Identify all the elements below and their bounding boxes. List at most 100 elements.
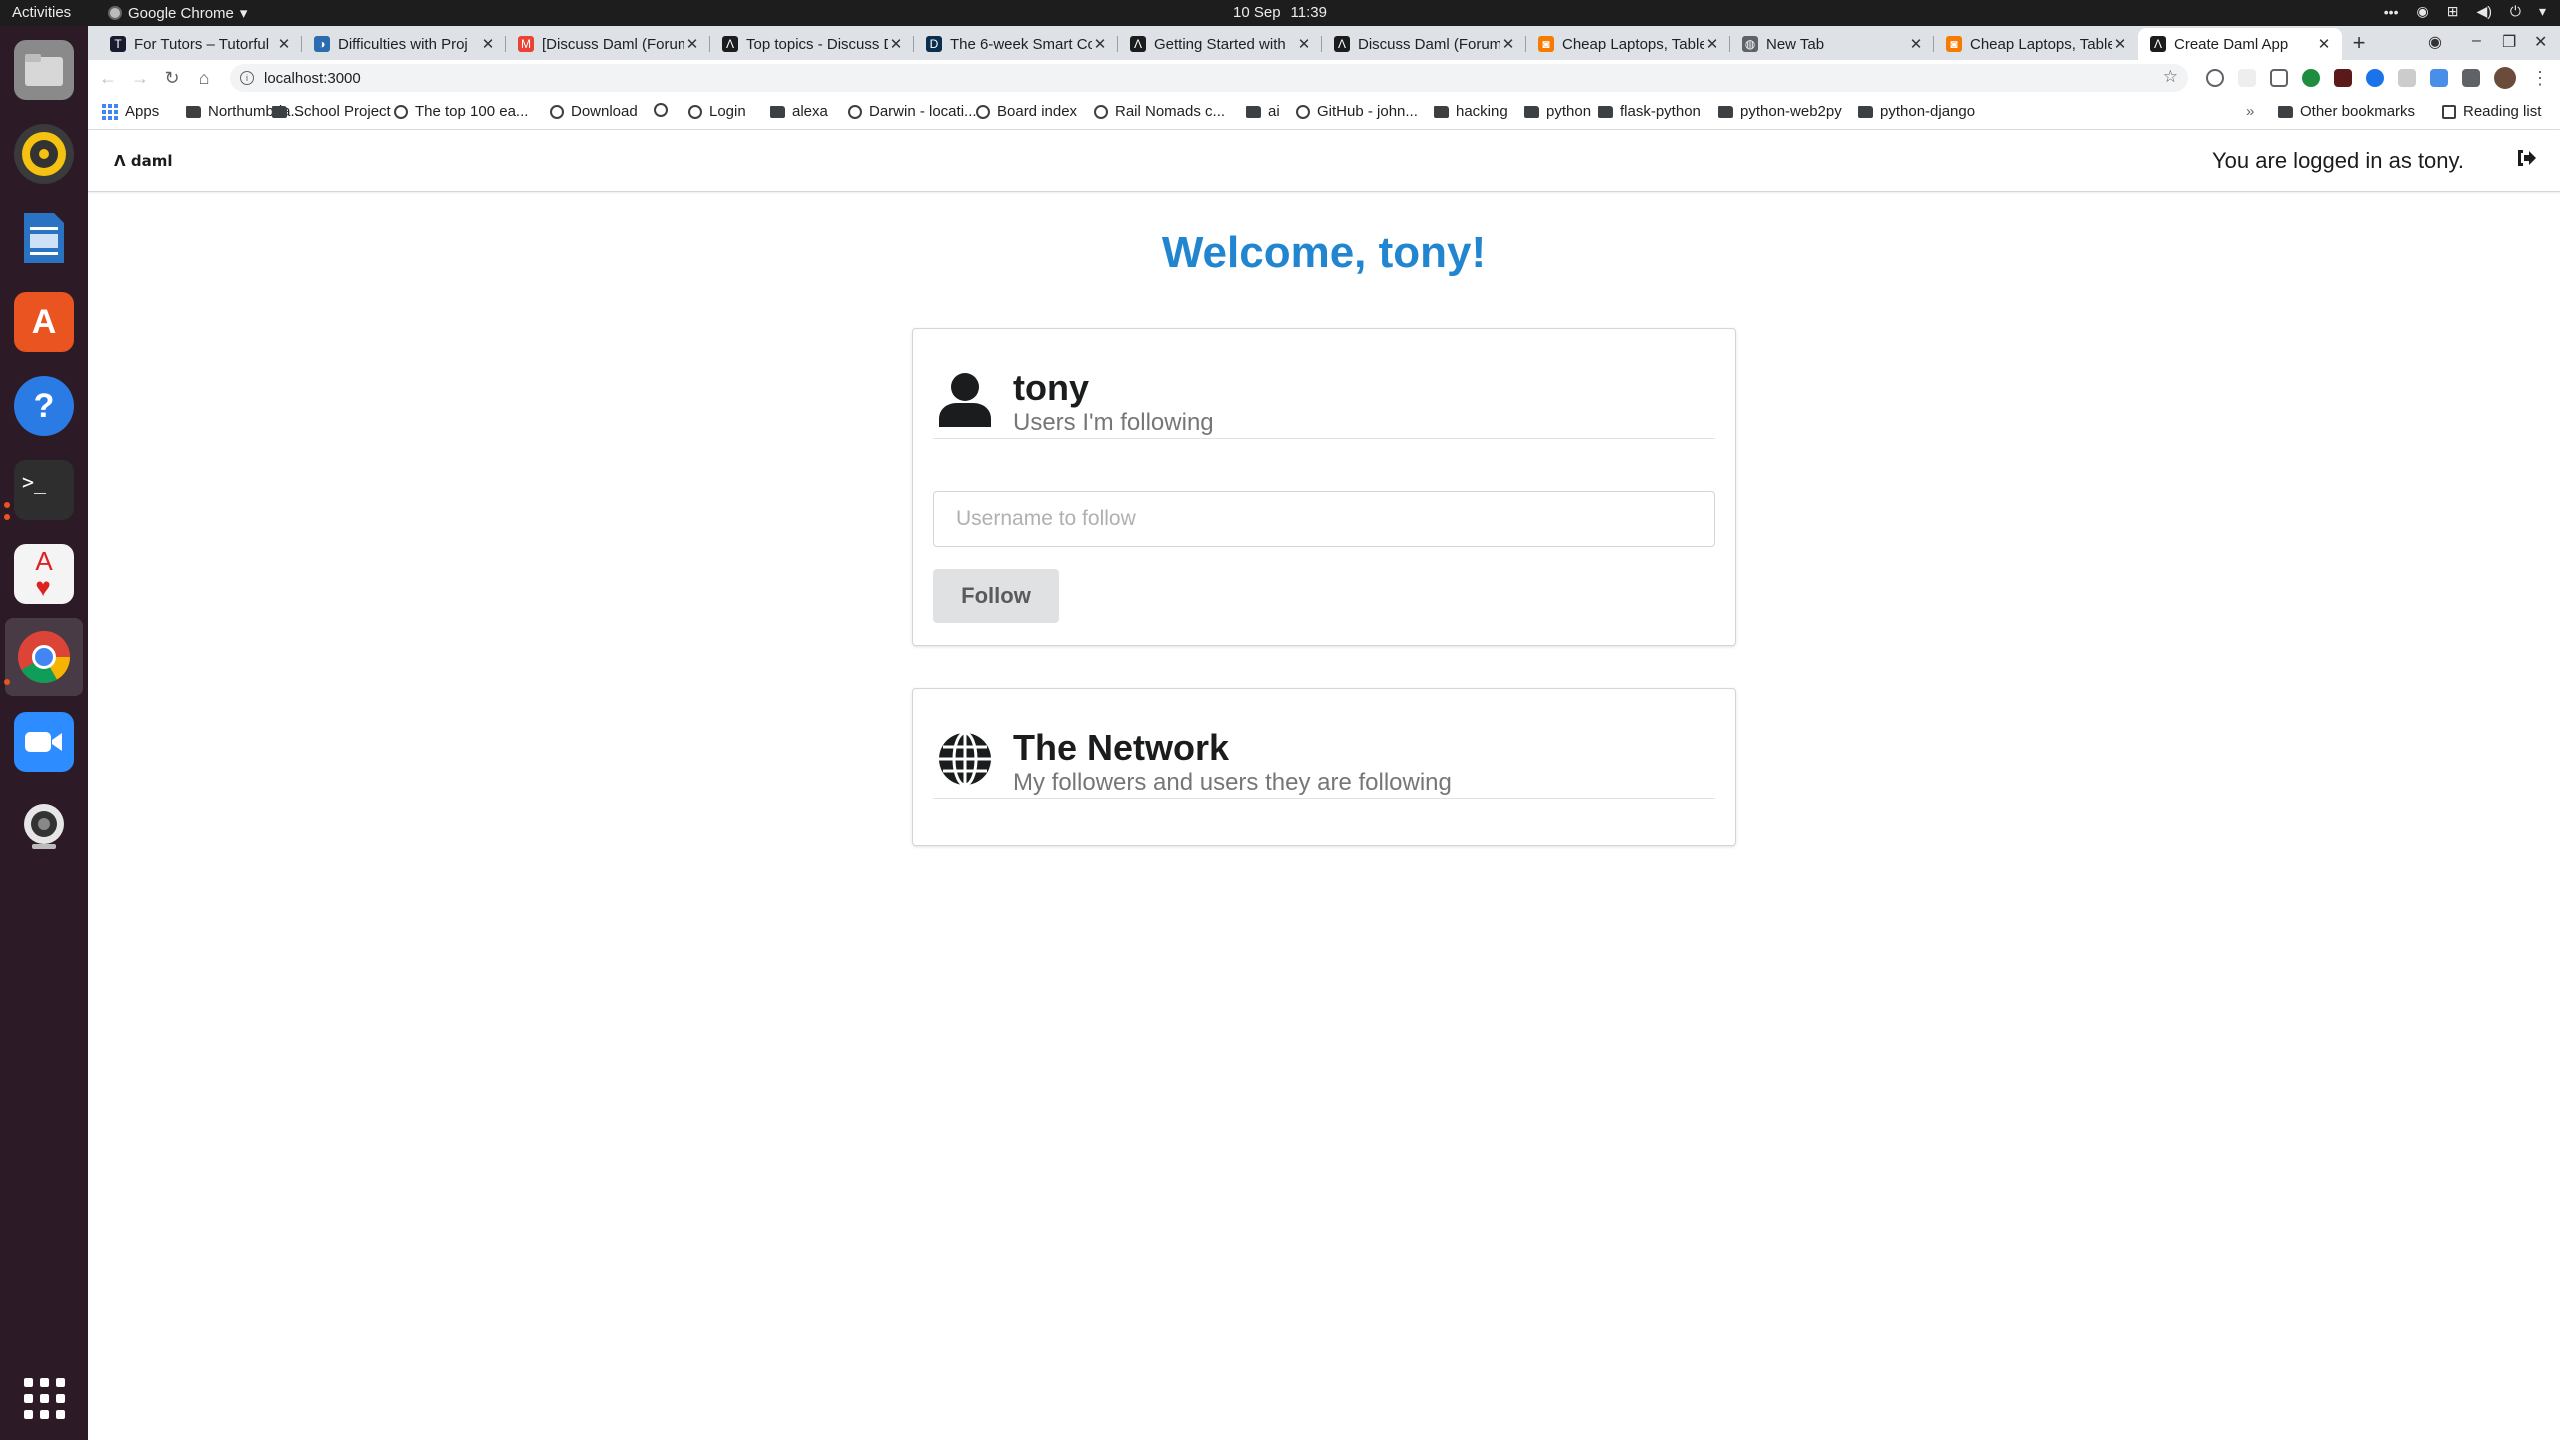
forward-icon[interactable]: → [128,66,152,90]
folder-icon [1858,105,1873,118]
close-window-icon[interactable]: ✕ [2534,32,2547,52]
bookmark-item[interactable]: School Project [272,103,391,120]
chrome-tray-icon[interactable]: ◉ [2417,3,2429,20]
bookmark-item[interactable]: Download [550,103,638,120]
page-title: Welcome, tony! [1161,228,1487,277]
globe-icon [976,104,990,119]
profile-search-icon[interactable]: ◉ [2428,32,2442,52]
solitaire-icon[interactable]: A ♥ [14,544,74,604]
zoom-icon[interactable] [14,712,74,772]
chrome-icon[interactable] [14,627,74,687]
reload-icon[interactable]: ↻ [160,66,184,90]
extension-icon[interactable] [2238,69,2256,87]
minimize-icon[interactable]: – [2472,32,2481,50]
network-icon[interactable]: ⊞ [2447,3,2459,20]
help-icon[interactable]: ? [14,376,74,436]
extension-icon[interactable] [2206,69,2224,87]
bookmark-item[interactable]: Darwin - locati... [848,103,977,120]
close-tab-icon[interactable]: ✕ [1092,35,1108,53]
reading-list[interactable]: Reading list [2442,103,2541,120]
browser-tab[interactable]: Λ Top topics - Discuss D ✕ [710,28,914,60]
bookmarks-bar: Apps Northumbria... School Project The top… [88,96,2560,130]
close-tab-icon[interactable]: ✕ [1500,35,1516,53]
bookmark-item[interactable] [654,103,675,117]
bookmark-item[interactable]: alexa [770,103,828,120]
extension-icon[interactable] [2302,69,2320,87]
bookmarks-overflow[interactable]: » [2246,103,2254,120]
follow-button[interactable]: Follow [933,569,1059,623]
bookmark-item[interactable]: python-web2py [1718,103,1842,120]
extension-icon[interactable] [2398,69,2416,87]
extensions-puzzle-icon[interactable] [2462,69,2480,87]
home-icon[interactable]: ⌂ [192,66,216,90]
bookmark-apps[interactable]: Apps [102,103,159,120]
bookmark-item[interactable]: Login [688,103,746,120]
close-tab-icon[interactable]: ✕ [888,35,904,53]
rhythmbox-icon[interactable] [14,124,74,184]
close-tab-icon[interactable]: ✕ [276,35,292,53]
system-tray[interactable]: ••• ◉ ⊞ ◀) ⏻ ▾ [2384,3,2546,20]
writer-icon[interactable] [14,208,74,268]
extension-icon[interactable] [2270,69,2288,87]
bookmark-item[interactable]: python-django [1858,103,1975,120]
browser-tab[interactable]: Λ Getting Started with ✕ [1118,28,1322,60]
browser-tab[interactable]: ◑ Difficulties with Proj ✕ [302,28,506,60]
bookmark-item[interactable]: ai [1246,103,1280,120]
browser-tab[interactable]: ◙ Cheap Laptops, Table ✕ [1526,28,1730,60]
browser-tab[interactable]: ◙ Cheap Laptops, Table ✕ [1934,28,2138,60]
webcam-icon[interactable] [14,796,74,856]
bookmark-item[interactable]: GitHub - john... [1296,103,1418,120]
bookmark-label: Rail Nomads c... [1115,103,1226,120]
chrome-menu-icon[interactable]: ⋮ [2528,66,2552,90]
browser-tab[interactable]: T For Tutors – Tutorful ✕ [98,28,302,60]
app-menu[interactable]: Google Chrome ▾ [108,4,247,22]
close-tab-icon[interactable]: ✕ [2112,35,2128,53]
bookmark-item[interactable]: The top 100 ea... [394,103,528,120]
show-apps-icon[interactable] [14,1368,74,1428]
browser-tab[interactable]: Λ Discuss Daml (Forum ✕ [1322,28,1526,60]
logout-icon[interactable] [2514,146,2538,170]
app-center-icon[interactable]: A [14,292,74,352]
activities-button[interactable]: Activities [12,4,71,21]
bookmark-item[interactable]: Board index [976,103,1077,120]
username-to-follow-input[interactable] [933,491,1715,547]
close-tab-icon[interactable]: ✕ [480,35,496,53]
system-top-bar: Activities Google Chrome ▾ 10 Sep 11:39 … [0,0,2560,26]
terminal-icon[interactable]: >_ [14,460,74,520]
close-tab-icon[interactable]: ✕ [1296,35,1312,53]
close-tab-icon[interactable]: ✕ [684,35,700,53]
new-tab-button[interactable]: + [2348,32,2370,55]
files-icon[interactable] [14,40,74,100]
avatar[interactable] [2494,67,2516,89]
power-icon[interactable]: ⏻ [2510,3,2521,20]
browser-tab[interactable]: M [Discuss Daml (Forum ✕ [506,28,710,60]
tab-favicon-icon: Λ [1334,36,1350,52]
close-tab-icon[interactable]: ✕ [1704,35,1720,53]
folder-icon [1246,105,1261,118]
chevron-down-icon[interactable]: ▾ [2539,3,2546,20]
extension-icon[interactable] [2334,69,2352,87]
volume-icon[interactable]: ◀) [2476,3,2491,20]
back-icon[interactable]: ← [96,66,120,90]
bookmark-item[interactable]: python [1524,103,1591,120]
site-info-icon[interactable]: i [240,71,254,85]
close-tab-icon[interactable]: ✕ [2316,35,2332,53]
browser-tab[interactable]: Λ Create Daml App ✕ [2138,28,2342,60]
other-bookmarks[interactable]: Other bookmarks [2278,103,2415,120]
clock[interactable]: 10 Sep 11:39 [1233,4,1327,21]
address-bar[interactable]: i localhost:3000 ☆ [230,64,2188,92]
maximize-icon[interactable]: ❐ [2502,32,2516,52]
close-tab-icon[interactable]: ✕ [1908,35,1924,53]
bookmark-item[interactable]: flask-python [1598,103,1701,120]
bookmark-item[interactable]: hacking [1434,103,1508,120]
browser-tab[interactable]: ◍ New Tab ✕ [1730,28,1934,60]
app-header: Λ daml You are logged in as tony. [88,130,2560,192]
more-icon[interactable]: ••• [2384,4,2399,20]
browser-tab[interactable]: D The 6-week Smart Co ✕ [914,28,1118,60]
bookmark-label: alexa [792,103,828,120]
clock-time: 11:39 [1290,4,1327,21]
extension-icon[interactable] [2430,69,2448,87]
bookmark-star-icon[interactable]: ☆ [2163,67,2178,87]
extension-icon[interactable] [2366,69,2384,87]
bookmark-item[interactable]: Rail Nomads c... [1094,103,1225,120]
